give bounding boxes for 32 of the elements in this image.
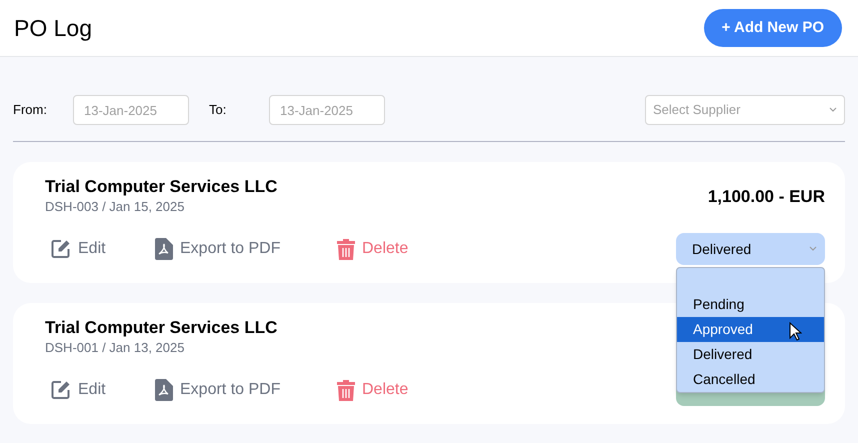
edit-button[interactable]: Edit [51, 378, 155, 402]
pdf-file-icon [155, 379, 173, 401]
export-pdf-button[interactable]: Export to PDF [155, 378, 337, 402]
export-pdf-button[interactable]: Export to PDF [155, 237, 337, 261]
mouse-pointer-icon [789, 322, 802, 341]
to-label: To: [209, 101, 228, 120]
edit-button[interactable]: Edit [51, 237, 155, 261]
po-reference: DSH-003 / Jan 15, 2025 [45, 198, 186, 216]
page-title: PO Log [14, 14, 92, 43]
trash-icon [337, 380, 355, 400]
to-date-field[interactable]: 13-Jan-2025 [269, 95, 385, 125]
delete-button[interactable]: Delete [337, 378, 408, 402]
chevron-down-icon [829, 107, 837, 113]
from-label: From: [13, 101, 48, 120]
dropdown-option[interactable]: Approved [677, 317, 824, 342]
dropdown-option[interactable]: Pending [677, 292, 824, 317]
status-select[interactable]: Delivered [676, 233, 825, 265]
trash-icon [337, 238, 355, 260]
po-reference: DSH-001 / Jan 13, 2025 [45, 339, 186, 357]
pdf-file-icon [155, 238, 173, 260]
supplier-name: Trial Computer Services LLC [45, 176, 278, 198]
from-date-field[interactable]: 13-Jan-2025 [73, 95, 189, 125]
delete-button[interactable]: Delete [337, 237, 408, 261]
po-amount: 1,100.00 - EUR [708, 186, 825, 208]
supplier-select[interactable]: Select Supplier [645, 95, 845, 125]
supplier-name: Trial Computer Services LLC [45, 317, 278, 339]
dropdown-option[interactable]: Delivered [677, 342, 824, 367]
dropdown-option[interactable]: Cancelled [677, 367, 824, 392]
chevron-down-icon [809, 246, 817, 252]
edit-icon [51, 239, 71, 259]
add-po-button[interactable]: + Add New PO [704, 9, 842, 47]
edit-icon [51, 380, 71, 400]
